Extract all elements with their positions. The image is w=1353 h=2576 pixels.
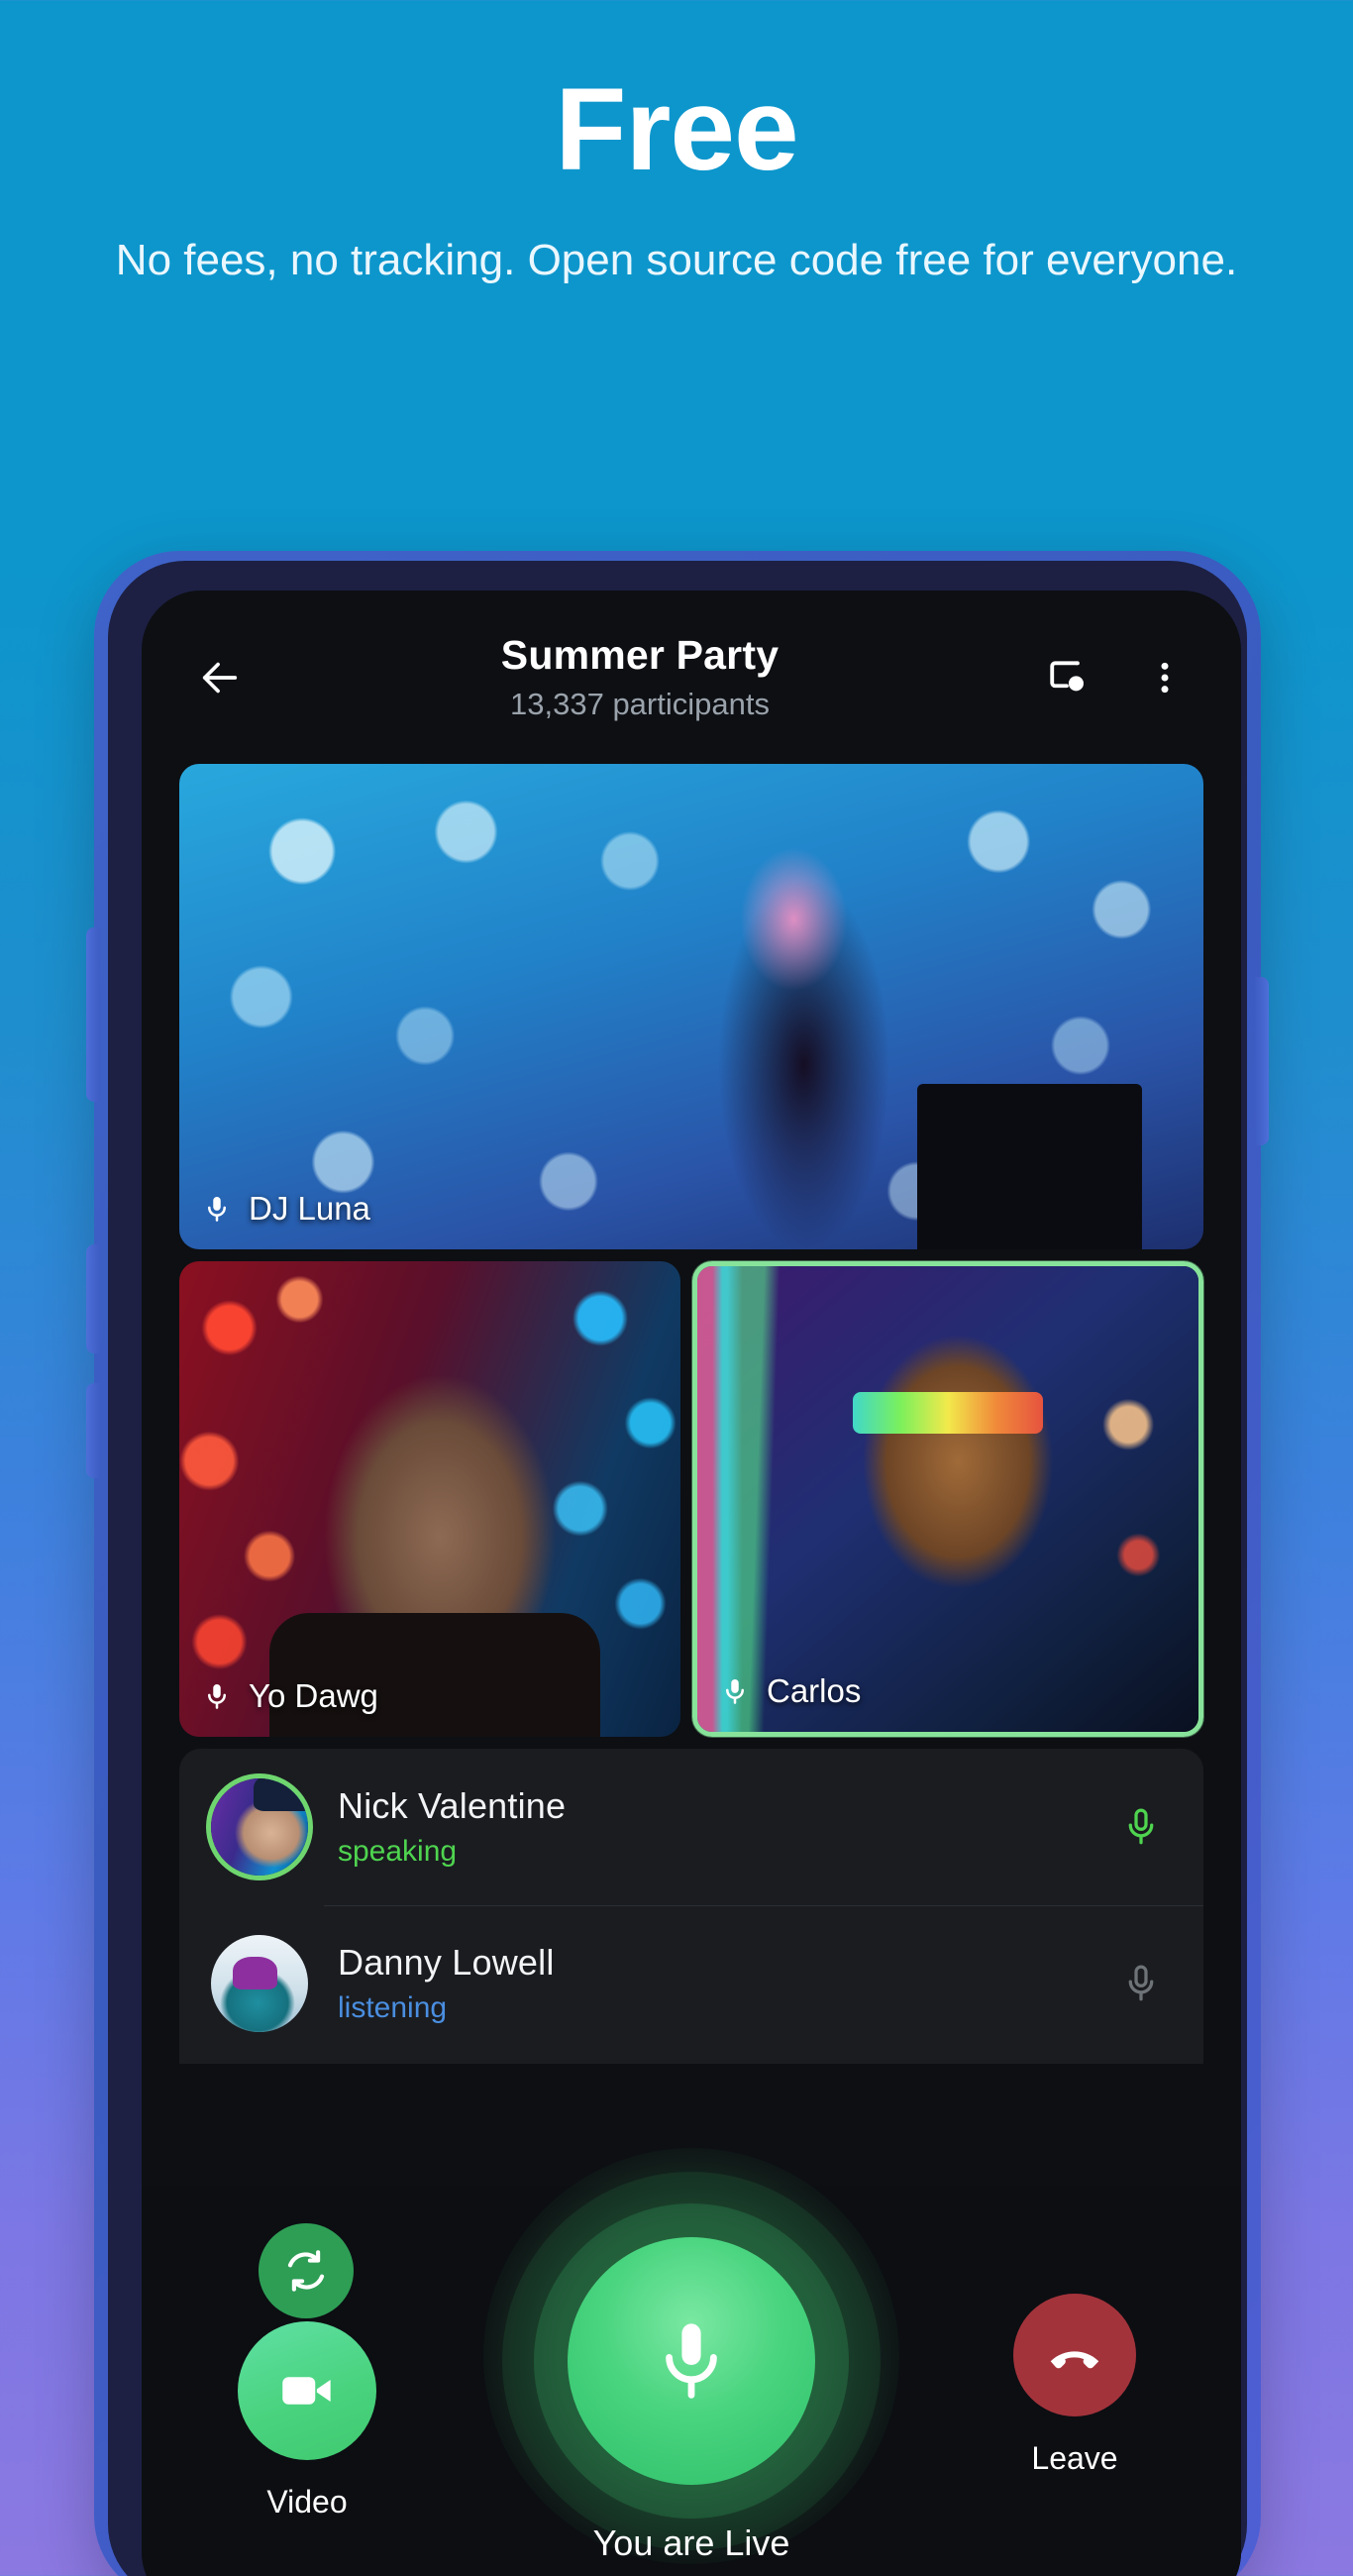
video-feed-yo-dawg — [179, 1261, 680, 1737]
video-tile-label: DJ Luna — [201, 1190, 370, 1228]
microphone-off-icon — [1128, 1965, 1154, 2001]
video-grid-row: Yo Dawg Carlos — [179, 1261, 1203, 1737]
list-item[interactable]: Nick Valentine speaking — [179, 1749, 1203, 1905]
avatar-image-danny — [211, 1935, 308, 2032]
participant-count: 13,337 participants — [510, 687, 770, 721]
promo-subtitle: No fees, no tracking. Open source code f… — [115, 236, 1238, 284]
video-tile-active[interactable]: Carlos — [692, 1261, 1203, 1737]
video-tile[interactable]: Yo Dawg — [179, 1261, 680, 1737]
phone-side-button-power — [1255, 977, 1269, 1145]
participant-status: listening — [338, 1991, 448, 2024]
video-tile-name: Yo Dawg — [249, 1677, 378, 1714]
arrow-left-icon — [202, 662, 238, 693]
phone-side-button-volume-up — [86, 927, 100, 1102]
more-vertical-icon — [1161, 662, 1169, 693]
promo-title: Free — [555, 64, 798, 195]
header-actions — [1033, 643, 1199, 712]
participant-list[interactable]: Nick Valentine speaking Danny Lowell lis… — [179, 1749, 1203, 2064]
leave-button[interactable] — [1013, 2294, 1136, 2416]
back-button[interactable] — [183, 641, 257, 714]
list-item[interactable]: Danny Lowell listening — [179, 1905, 1203, 2062]
participant-info: Nick Valentine speaking — [338, 1785, 1110, 1869]
participant-info: Danny Lowell listening — [338, 1942, 1110, 2025]
participant-name: Nick Valentine — [338, 1785, 567, 1826]
promo-header: Free No fees, no tracking. Open source c… — [0, 0, 1353, 288]
video-tile-label: Carlos — [719, 1672, 861, 1710]
call-controls: Video You are Live Leave — [142, 2148, 1241, 2576]
participant-status: speaking — [338, 1835, 458, 1868]
video-grid: DJ Luna Yo Dawg Carlos — [142, 764, 1241, 1737]
microphone-icon — [1128, 1808, 1154, 1845]
flip-camera-button[interactable] — [259, 2223, 354, 2318]
camera-flip-icon — [287, 2250, 325, 2292]
video-tile[interactable]: DJ Luna — [179, 764, 1203, 1249]
microphone-icon — [666, 2323, 717, 2399]
phone-mockup: Summer Party 13,337 participants DJ Luna… — [86, 551, 1269, 2576]
video-tile-name: DJ Luna — [249, 1190, 370, 1227]
screen-share-button[interactable] — [1033, 643, 1102, 712]
microphone-icon — [726, 1679, 744, 1704]
video-button[interactable] — [238, 2321, 376, 2460]
avatar-image-nick — [211, 1778, 308, 1876]
video-tile-name: Carlos — [767, 1672, 862, 1709]
participant-name: Danny Lowell — [338, 1942, 555, 1983]
participant-mic-button[interactable] — [1110, 1961, 1172, 2006]
phone-bezel: Summer Party 13,337 participants DJ Luna… — [108, 561, 1247, 2576]
screen-share-icon — [1050, 660, 1084, 691]
avatar — [211, 1935, 308, 2032]
phone-hangup-icon — [1050, 2351, 1099, 2369]
call-header-center: Summer Party 13,337 participants — [247, 632, 1033, 722]
page-title: Summer Party — [500, 632, 780, 678]
video-button-label: Video — [266, 2484, 348, 2520]
leave-button-label: Leave — [1031, 2440, 1118, 2476]
call-header: Summer Party 13,337 participants — [142, 590, 1241, 764]
leave-control: Leave — [986, 2294, 1164, 2477]
microphone-icon — [207, 1684, 227, 1709]
avatar — [211, 1778, 308, 1876]
microphone-icon — [207, 1197, 227, 1222]
mute-toggle-button[interactable] — [568, 2237, 815, 2485]
video-control: Video — [223, 2321, 391, 2521]
phone-side-button-volume-down — [86, 1244, 100, 1353]
phone-side-button-extra — [86, 1383, 100, 1478]
video-feed-carlos — [697, 1266, 1198, 1732]
participant-mic-button[interactable] — [1110, 1804, 1172, 1850]
video-feed-dj-luna — [179, 764, 1203, 1249]
phone-screen: Summer Party 13,337 participants DJ Luna… — [142, 590, 1241, 2576]
video-tile-label: Yo Dawg — [201, 1677, 378, 1715]
more-options-button[interactable] — [1130, 643, 1199, 712]
video-camera-icon — [282, 2377, 331, 2405]
live-status-label: You are Live — [592, 2522, 790, 2563]
